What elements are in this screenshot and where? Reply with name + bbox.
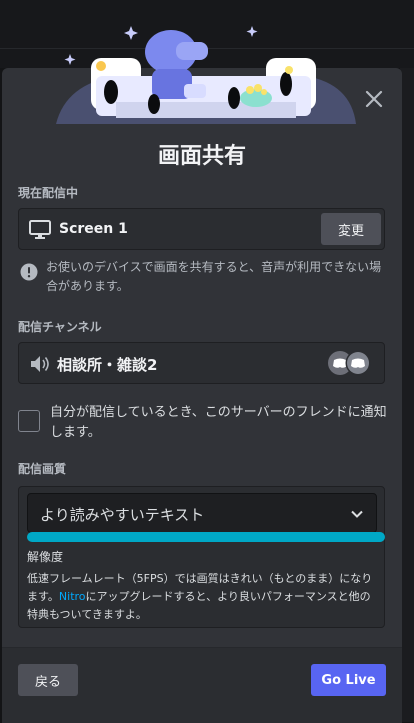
audio-warning-note: お使いのデバイスで画面を共有すると、音声が利用できない場合があります。 bbox=[46, 260, 382, 293]
quality-select-value: より読みやすいテキスト bbox=[40, 506, 205, 524]
back-button[interactable]: 戻る bbox=[18, 664, 78, 696]
resolution-description: 低速フレームレート（5FPS）では画質はきれい（もとのまま）になります。Nitr… bbox=[27, 570, 377, 624]
source-name: Screen 1 bbox=[59, 221, 128, 237]
quality-accent-bar bbox=[27, 532, 385, 542]
notify-friends-label[interactable]: 自分が配信しているとき、このサーバーのフレンドに通知します。 bbox=[50, 403, 390, 443]
speaker-icon bbox=[31, 356, 49, 372]
resolution-label: 解像度 bbox=[27, 550, 64, 564]
close-icon[interactable] bbox=[363, 88, 385, 110]
chevron-down-icon bbox=[351, 510, 363, 518]
quality-panel: より読みやすいテキスト 解像度 低速フレームレート（5FPS）では画質はきれい（… bbox=[18, 486, 385, 628]
exclamation-circle-icon bbox=[20, 263, 38, 281]
member-avatars bbox=[328, 350, 371, 376]
nitro-link[interactable]: Nitro bbox=[59, 590, 86, 603]
notify-friends-checkbox[interactable] bbox=[18, 410, 40, 432]
current-stream-label: 現在配信中 bbox=[18, 186, 79, 200]
quality-label: 配信画質 bbox=[18, 462, 67, 476]
channel-row: 相談所・雑談2 bbox=[18, 342, 385, 384]
dialog-title: 画面共有 bbox=[157, 144, 246, 169]
hero-illustration bbox=[56, 26, 356, 124]
monitor-icon bbox=[29, 220, 51, 239]
quality-select[interactable]: より読みやすいテキスト bbox=[27, 493, 377, 533]
current-source-row: Screen 1 変更 bbox=[18, 208, 385, 250]
channel-label: 配信チャンネル bbox=[18, 320, 102, 334]
channel-name: 相談所・雑談2 bbox=[57, 356, 158, 374]
change-source-button[interactable]: 変更 bbox=[321, 213, 381, 245]
go-live-button[interactable]: Go Live bbox=[311, 664, 386, 696]
